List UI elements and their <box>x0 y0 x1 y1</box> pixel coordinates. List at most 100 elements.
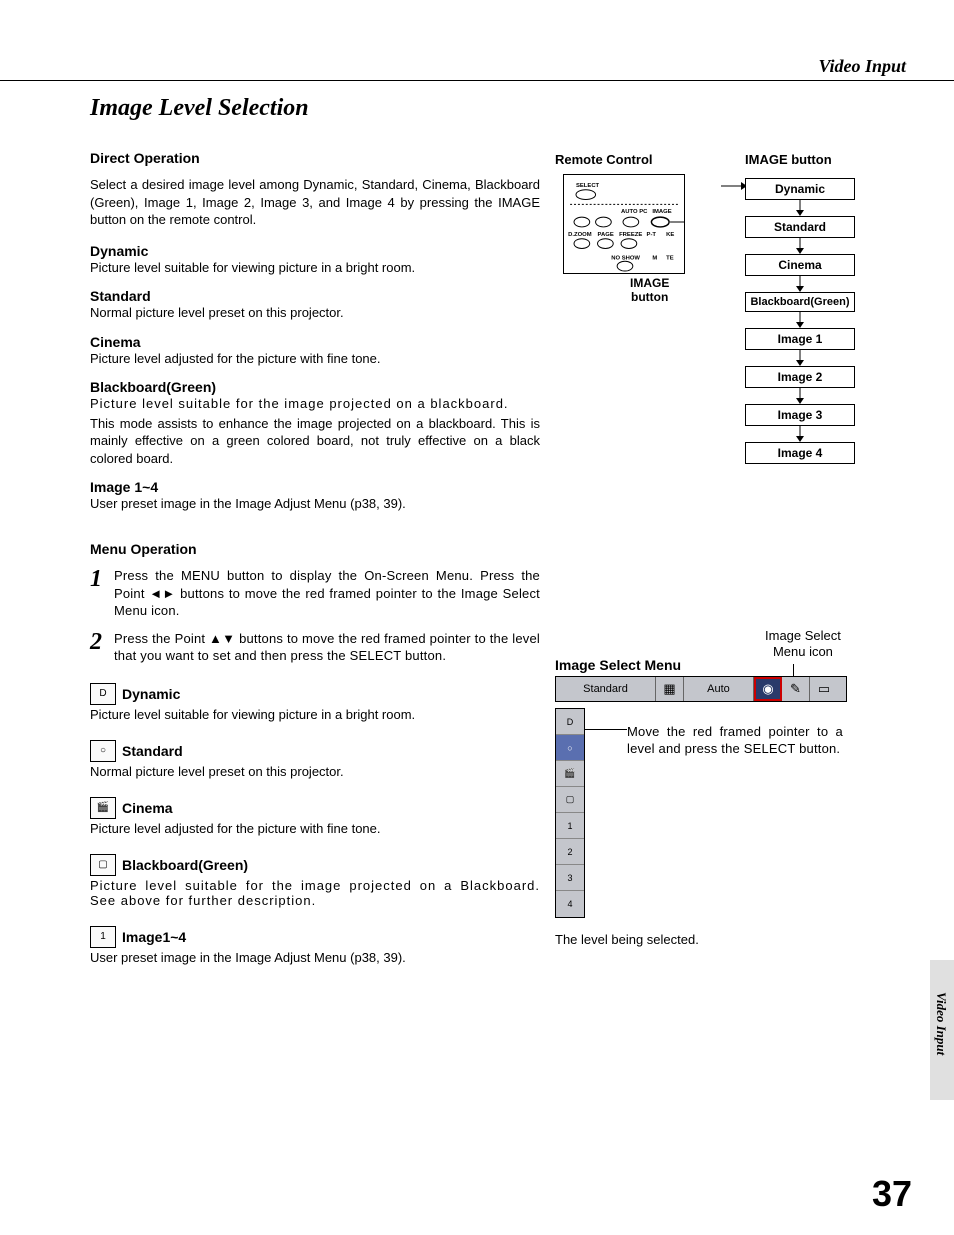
header-rule <box>0 80 954 81</box>
select-label: SELECT <box>576 183 600 189</box>
def-title: Cinema <box>90 334 540 350</box>
svg-text:TE: TE <box>666 255 674 261</box>
cinema-icon: 🎬 <box>90 797 116 819</box>
icon-label: Dynamic <box>122 686 180 702</box>
right-column: Remote Control IMAGE button SELECT AUTO … <box>555 152 865 167</box>
icon-desc: Picture level suitable for the image pro… <box>90 878 540 908</box>
step-body: Press the MENU button to display the On-… <box>114 567 540 620</box>
blackboard-icon: ▢ <box>90 854 116 876</box>
menu-icon: ✎ <box>782 677 810 701</box>
ladder-item: Standard <box>745 216 855 238</box>
direct-op-intro: Select a desired image level among Dynam… <box>90 176 540 229</box>
ladder-item: Image 1 <box>745 328 855 350</box>
svg-text:KE: KE <box>666 232 674 238</box>
pointer-explanation: Move the red framed pointer to a level a… <box>627 724 843 758</box>
icon-desc: Picture level suitable for viewing pictu… <box>90 707 540 722</box>
icon-row: 🎬 Cinema <box>90 797 540 819</box>
def-body: Normal picture level preset on this proj… <box>90 304 540 322</box>
standard-icon: ○ <box>90 740 116 762</box>
step-number: 1 <box>90 567 102 620</box>
page-number: 37 <box>872 1173 912 1215</box>
image-button-title: IMAGE button <box>745 152 832 167</box>
menu-mode: Auto <box>684 677 754 701</box>
step-row: 2 Press the Point ▲▼ buttons to move the… <box>90 630 540 665</box>
menu-row: 🎬 <box>556 761 584 787</box>
page-title: Image Level Selection <box>90 95 540 122</box>
selected-note: The level being selected. <box>555 932 699 947</box>
svg-text:M: M <box>652 255 657 261</box>
image-button-ladder: Dynamic Standard Cinema Blackboard(Green… <box>745 178 855 464</box>
dynamic-icon: D <box>90 683 116 705</box>
def-title: Blackboard(Green) <box>90 379 540 395</box>
ladder-item: Dynamic <box>745 178 855 200</box>
menu-row: 4 <box>556 891 584 917</box>
icon-row: D Dynamic <box>90 683 540 705</box>
main-column: Image Level Selection Direct Operation S… <box>90 95 540 971</box>
icon-desc: Picture level adjusted for the picture w… <box>90 821 540 836</box>
step-row: 1 Press the MENU button to display the O… <box>90 567 540 620</box>
svg-text:P-T: P-T <box>647 232 657 238</box>
icon-label: Blackboard(Green) <box>122 857 248 873</box>
arrow-down-icon <box>745 350 855 366</box>
ladder-item: Image 4 <box>745 442 855 464</box>
remote-illustration: SELECT AUTO PC IMAGE D.ZOOM PAGE FREEZE … <box>563 174 685 274</box>
image-select-icon: ◉ <box>754 677 782 701</box>
menu-row: ▢ <box>556 787 584 813</box>
step-body: Press the Point ▲▼ buttons to move the r… <box>114 630 540 665</box>
step-number: 2 <box>90 630 102 665</box>
menu-icon-label: Image SelectMenu icon <box>765 628 841 659</box>
menu-icon: ▭ <box>810 677 838 701</box>
on-screen-menu: Standard ▦ Auto ◉ ✎ ▭ D ○ 🎬 ▢ 1 2 3 4 <box>555 676 847 702</box>
arrow-down-icon <box>745 312 855 328</box>
svg-text:NO SHOW: NO SHOW <box>611 255 640 261</box>
def-body: Picture level adjusted for the picture w… <box>90 350 540 368</box>
menu-row: 1 <box>556 813 584 839</box>
arrow-down-icon <box>745 388 855 404</box>
svg-text:AUTO PC: AUTO PC <box>621 209 648 215</box>
svg-text:PAGE: PAGE <box>598 232 614 238</box>
def-title: Image 1~4 <box>90 479 540 495</box>
image-select-menu-title: Image Select Menu <box>555 657 681 673</box>
arrow-down-icon <box>745 426 855 442</box>
svg-text:FREEZE: FREEZE <box>619 232 642 238</box>
arrow-right-icon <box>721 180 747 192</box>
icon-label: Standard <box>122 743 183 759</box>
icon-row: ○ Standard <box>90 740 540 762</box>
menu-row: 3 <box>556 865 584 891</box>
menu-op-heading: Menu Operation <box>90 541 540 557</box>
def-body: Picture level suitable for the image pro… <box>90 395 540 413</box>
menu-row-selected: ○ <box>556 735 584 761</box>
leader-line <box>585 729 627 730</box>
direct-op-heading: Direct Operation <box>90 150 540 166</box>
def-body: This mode assists to enhance the image p… <box>90 415 540 468</box>
ladder-item: Cinema <box>745 254 855 276</box>
image-button-caption: IMAGEbutton <box>630 276 669 305</box>
icon-row: 1 Image1~4 <box>90 926 540 948</box>
side-tab: Video Input <box>930 960 954 1100</box>
icon-desc: Normal picture level preset on this proj… <box>90 764 540 779</box>
icon-label: Cinema <box>122 800 173 816</box>
svg-text:IMAGE: IMAGE <box>652 209 671 215</box>
arrow-down-icon <box>745 200 855 216</box>
icon-label: Image1~4 <box>122 929 186 945</box>
def-title: Standard <box>90 288 540 304</box>
menu-row: 2 <box>556 839 584 865</box>
menu-row: D <box>556 709 584 735</box>
side-tab-label: Video Input <box>933 992 949 1055</box>
svg-text:D.ZOOM: D.ZOOM <box>568 232 592 238</box>
menu-side-column: D ○ 🎬 ▢ 1 2 3 4 <box>555 708 585 918</box>
def-body: Picture level suitable for viewing pictu… <box>90 259 540 277</box>
ladder-item: Blackboard(Green) <box>745 292 855 312</box>
menu-top-bar: Standard ▦ Auto ◉ ✎ ▭ <box>555 676 847 702</box>
ladder-item: Image 2 <box>745 366 855 388</box>
icon-row: ▢ Blackboard(Green) <box>90 854 540 876</box>
arrow-down-icon <box>745 276 855 292</box>
def-body: User preset image in the Image Adjust Me… <box>90 495 540 513</box>
arrow-down-icon <box>745 238 855 254</box>
menu-icon: ▦ <box>656 677 684 701</box>
def-title: Dynamic <box>90 243 540 259</box>
icon-desc: User preset image in the Image Adjust Me… <box>90 950 540 965</box>
ladder-item: Image 3 <box>745 404 855 426</box>
menu-current: Standard <box>556 677 656 701</box>
image14-icon: 1 <box>90 926 116 948</box>
